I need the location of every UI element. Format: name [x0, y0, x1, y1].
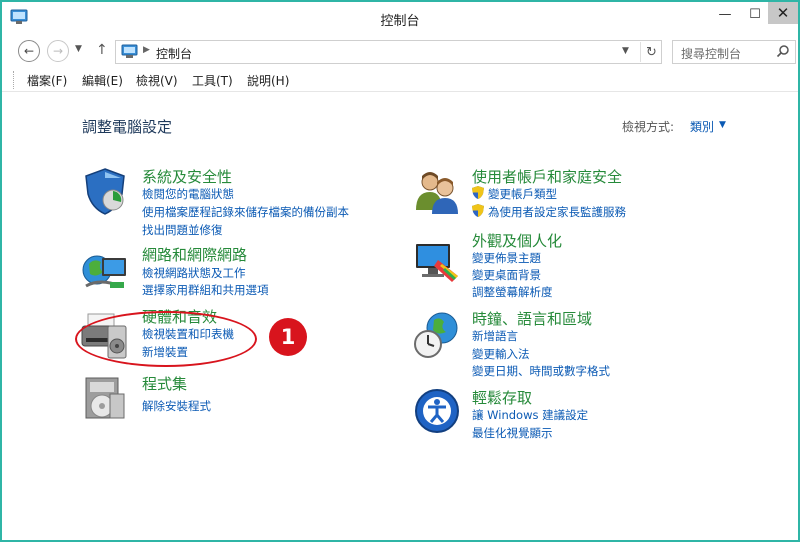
link-uninstall-program[interactable]: 解除安裝程式	[142, 398, 211, 414]
refresh-icon: ↻	[646, 44, 657, 60]
category-system-security[interactable]: 系統及安全性	[142, 166, 232, 187]
view-by-dropdown[interactable]: 類別	[690, 118, 714, 135]
programs-disc-icon[interactable]	[80, 374, 130, 424]
link-let-windows-suggest[interactable]: 讓 Windows 建議設定	[472, 407, 588, 423]
link-change-desktop-background[interactable]: 變更桌面背景	[472, 267, 541, 283]
uac-shield-icon	[472, 204, 484, 217]
control-panel-window: 控制台 — ☐ ✕ ← → ▼ ↑ ▶ 控制台 ▼ ↻ 搜尋控制台 檔案(F) …	[0, 0, 800, 542]
uac-shield-icon	[472, 186, 484, 199]
category-user-accounts[interactable]: 使用者帳戶和家庭安全	[472, 166, 622, 187]
users-icon[interactable]	[412, 166, 462, 216]
recent-locations-dropdown[interactable]: ▼	[75, 44, 82, 54]
search-input[interactable]: 搜尋控制台	[672, 40, 796, 64]
category-appearance[interactable]: 外觀及個人化	[472, 230, 562, 251]
ease-of-access-icon[interactable]	[412, 386, 462, 436]
category-ease-of-access[interactable]: 輕鬆存取	[472, 387, 532, 408]
arrow-left-icon: ←	[23, 44, 35, 58]
link-screen-resolution[interactable]: 調整螢幕解析度	[472, 284, 553, 300]
annotation-highlight-ellipse	[75, 311, 257, 367]
shield-icon[interactable]	[80, 166, 130, 216]
link-change-theme[interactable]: 變更佈景主題	[472, 250, 541, 266]
maximize-button[interactable]: ☐	[742, 4, 768, 24]
minimize-button[interactable]: —	[712, 4, 738, 24]
monitor-palette-icon[interactable]	[412, 238, 462, 288]
link-optimize-visual-display[interactable]: 最佳化視覺顯示	[472, 425, 553, 441]
menu-tools[interactable]: 工具(T)	[192, 72, 233, 89]
breadcrumb-control-panel[interactable]: 控制台	[156, 45, 192, 62]
link-change-input-method[interactable]: 變更輸入法	[472, 346, 530, 362]
chevron-right-icon[interactable]: ▶	[143, 45, 150, 55]
network-globe-icon[interactable]	[80, 246, 130, 296]
view-by-label: 檢視方式:	[622, 120, 675, 134]
clock-globe-icon[interactable]	[412, 310, 462, 360]
link-review-computer-status[interactable]: 檢閱您的電腦狀態	[142, 186, 234, 202]
navigation-bar: ← → ▼ ↑ ▶ 控制台 ▼ ↻ 搜尋控制台	[2, 36, 798, 66]
control-panel-icon	[121, 44, 138, 58]
menu-grip	[13, 71, 15, 89]
menu-bar: 檔案(F) 編輯(E) 檢視(V) 工具(T) 說明(H)	[2, 68, 798, 92]
category-programs[interactable]: 程式集	[142, 373, 187, 394]
forward-button[interactable]: →	[47, 40, 69, 62]
menu-file[interactable]: 檔案(F)	[27, 72, 67, 89]
menu-edit[interactable]: 編輯(E)	[82, 72, 123, 89]
link-add-language[interactable]: 新增語言	[472, 328, 518, 344]
link-network-status[interactable]: 檢視網路狀態及工作	[142, 265, 246, 281]
search-placeholder: 搜尋控制台	[681, 47, 742, 61]
arrow-right-icon: →	[52, 44, 64, 58]
category-clock-language-region[interactable]: 時鐘、語言和區域	[472, 308, 592, 329]
category-network-internet[interactable]: 網路和網際網路	[142, 244, 247, 265]
window-title: 控制台	[380, 14, 420, 29]
link-change-account-type[interactable]: 變更帳戶類型	[488, 186, 557, 202]
back-button[interactable]: ←	[18, 40, 40, 62]
page-title: 調整電腦設定	[82, 118, 173, 136]
link-homegroup-sharing[interactable]: 選擇家用群組和共用選項	[142, 282, 269, 298]
menu-help[interactable]: 說明(H)	[247, 72, 289, 89]
refresh-button[interactable]: ↻	[640, 42, 662, 62]
link-date-time-format[interactable]: 變更日期、時間或數字格式	[472, 363, 610, 379]
arrow-up-icon: ↑	[96, 42, 108, 58]
link-troubleshoot[interactable]: 找出問題並修復	[142, 222, 223, 238]
address-history-dropdown[interactable]: ▼	[622, 46, 629, 56]
link-family-safety[interactable]: 為使用者設定家長監護服務	[488, 204, 626, 220]
menu-view[interactable]: 檢視(V)	[136, 72, 178, 89]
link-file-history-backup[interactable]: 使用檔案歷程記錄來儲存檔案的備份副本	[142, 204, 349, 220]
annotation-step-badge: 1	[269, 318, 307, 356]
search-icon[interactable]	[776, 44, 790, 58]
address-bar[interactable]: ▶ 控制台 ▼ ↻	[115, 40, 662, 64]
title-bar[interactable]: 控制台 — ☐ ✕	[2, 2, 798, 34]
close-button[interactable]: ✕	[768, 2, 798, 24]
up-button[interactable]: ↑	[96, 42, 108, 58]
caret-down-icon[interactable]: ▼	[719, 120, 726, 130]
